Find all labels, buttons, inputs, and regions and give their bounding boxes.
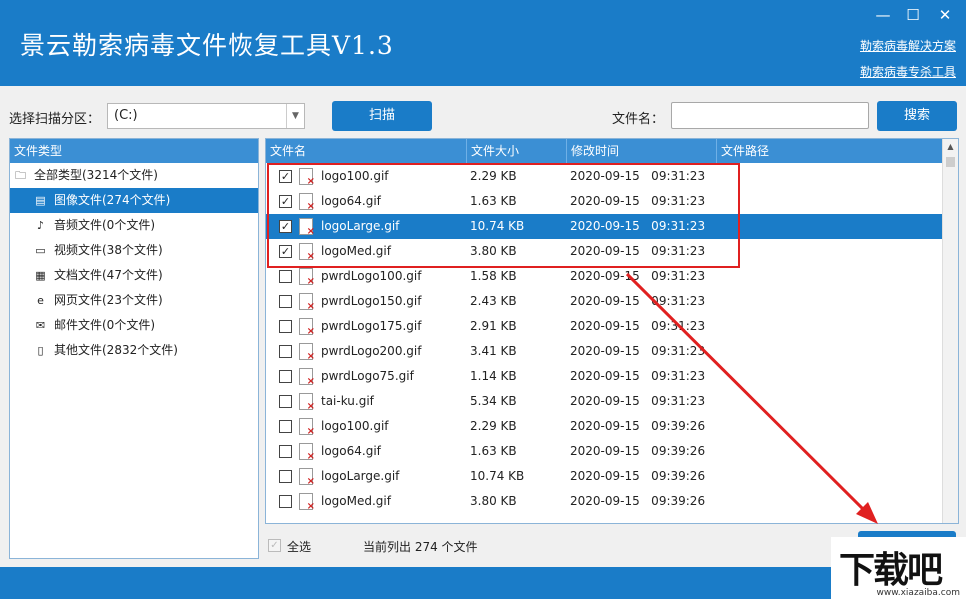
annotation-arrow (625, 272, 878, 524)
select-all-label: 全选 (287, 540, 312, 554)
watermark-logo: 下载吧 www.xiazaiba.com (831, 537, 966, 599)
watermark-text: 下载吧 (839, 550, 943, 591)
watermark-url: www.xiazaiba.com (876, 588, 960, 598)
footer-bar (0, 567, 966, 599)
status-text: 当前列出 274 个文件 (363, 540, 478, 554)
select-all-checkbox[interactable]: ✓ (268, 539, 281, 552)
